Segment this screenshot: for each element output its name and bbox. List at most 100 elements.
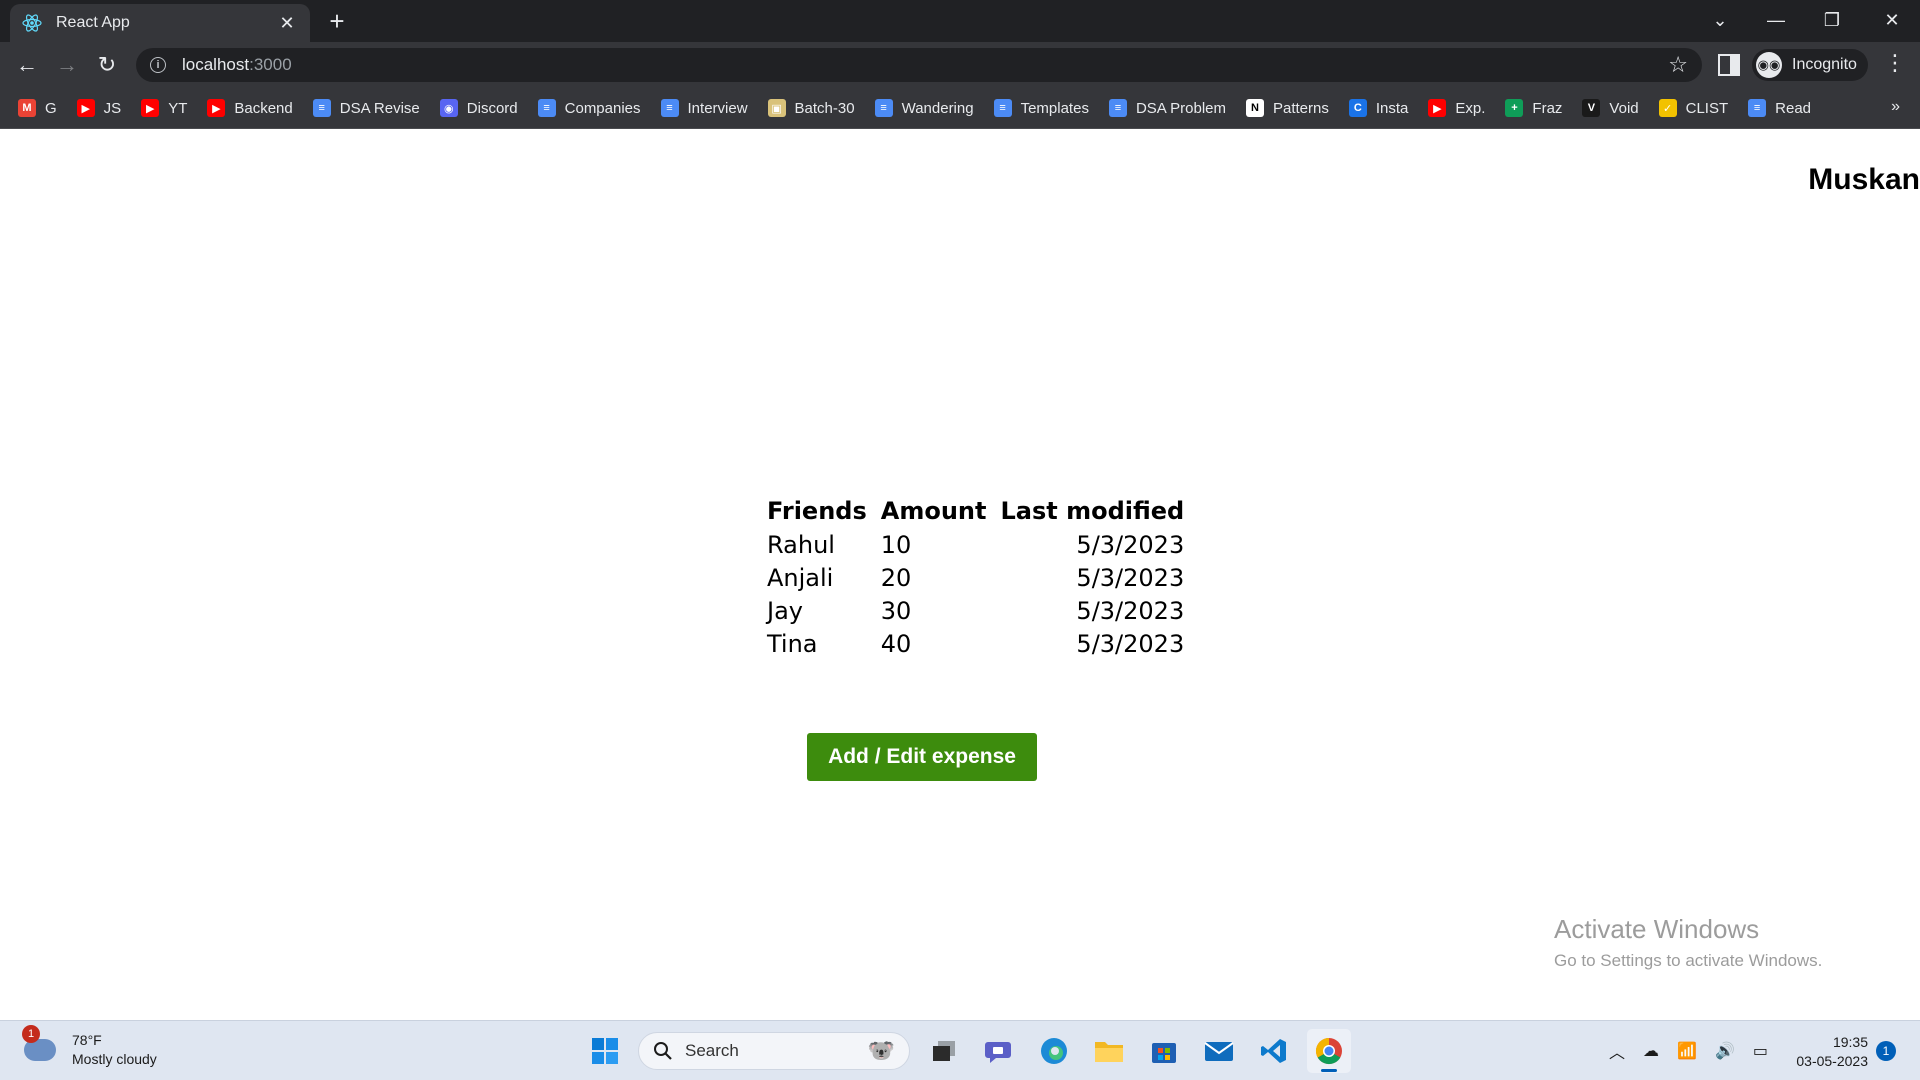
youtube-icon: ▶ — [1428, 99, 1447, 117]
column-header-friends: Friends — [767, 497, 867, 525]
page-content: Muskan Friends Amount Last modified Rahu… — [0, 129, 1920, 1020]
restore-button[interactable]: ❐ — [1804, 0, 1860, 40]
tab-react-app[interactable]: React App ✕ — [10, 4, 310, 42]
folder-icon — [1095, 1042, 1123, 1062]
minimize-button[interactable]: — — [1748, 0, 1804, 40]
tab-title: React App — [56, 14, 130, 31]
forward-arrow-icon[interactable]: → — [52, 50, 82, 80]
bookmark-js[interactable]: ▶ JS — [76, 99, 121, 117]
bookmark-void[interactable]: V Void — [1582, 99, 1639, 117]
friend-name: Rahul — [767, 530, 835, 559]
bookmarks-bar: M G ▶ JS ▶ YT ▶ Backend ≡ DSA Revise ◉ Discord ≡ Comp… — [0, 88, 1920, 129]
bookmark-wandering[interactable]: ≡ Wandering — [874, 99, 974, 117]
task-view-icon — [933, 1041, 955, 1061]
bookmark-dsa-revise[interactable]: ≡ DSA Revise — [312, 99, 420, 117]
amount-cell: 10 — [880, 530, 912, 559]
friend-name: Anjali — [767, 563, 834, 592]
activate-windows-watermark: Activate Windows Go to Settings to activ… — [1554, 914, 1823, 970]
image-icon: ▣ — [767, 99, 786, 117]
bookmark-yt[interactable]: ▶ YT — [141, 99, 187, 117]
weather-widget[interactable]: 1 78°F Mostly cloudy — [22, 1025, 157, 1069]
docs-icon: ≡ — [1748, 99, 1767, 117]
discord-icon: ◉ — [439, 99, 458, 117]
browser-toolbar: ← → ↻ i localhost:3000 ☆ ◉◉ Incognito ⋮ — [0, 42, 1920, 88]
chat-icon — [985, 1042, 1011, 1063]
amount-cell: 40 — [880, 629, 912, 658]
side-panel-icon[interactable] — [1718, 54, 1740, 76]
bookmark-star-icon[interactable]: ☆ — [1668, 52, 1688, 78]
table-header-row: Friends Amount Last modified — [763, 494, 1194, 528]
bookmark-dsa-problem[interactable]: ≡ DSA Problem — [1108, 99, 1226, 117]
weather-badge: 1 — [22, 1025, 40, 1043]
column-header-last-modified: Last modified — [1000, 497, 1185, 525]
address-bar[interactable]: i localhost:3000 ☆ — [136, 48, 1702, 82]
volume-icon[interactable]: 🔊 — [1715, 1041, 1735, 1061]
vscode-icon — [1261, 1039, 1286, 1063]
bookmark-backend[interactable]: ▶ Backend — [207, 99, 293, 117]
bookmark-templates[interactable]: ≡ Templates — [993, 99, 1089, 117]
bookmark-read[interactable]: ≡ Read — [1748, 99, 1811, 117]
gmail-icon: M — [18, 99, 36, 117]
file-explorer-button[interactable] — [1087, 1029, 1131, 1073]
bookmark-clist[interactable]: ✓ CLIST — [1658, 99, 1728, 117]
bookmark-insta[interactable]: C Insta — [1348, 99, 1408, 117]
wifi-icon[interactable]: 📶 — [1677, 1041, 1697, 1061]
edge-button[interactable] — [1032, 1029, 1076, 1073]
docs-icon: ≡ — [312, 99, 331, 117]
bookmark-batch-30[interactable]: ▣ Batch-30 — [767, 99, 855, 117]
bookmark-patterns[interactable]: N Patterns — [1246, 99, 1329, 117]
chrome-button[interactable] — [1307, 1029, 1351, 1073]
notification-badge[interactable]: 1 — [1876, 1041, 1896, 1061]
start-button[interactable] — [583, 1029, 627, 1073]
tab-close-icon[interactable]: ✕ — [276, 13, 298, 34]
mail-button[interactable] — [1197, 1029, 1241, 1073]
vscode-button[interactable] — [1252, 1029, 1296, 1073]
onedrive-error-icon[interactable]: ☁ — [1643, 1041, 1659, 1061]
battery-icon[interactable]: ▭ — [1753, 1041, 1768, 1061]
friend-name: Tina — [767, 629, 818, 658]
url-text: localhost:3000 — [182, 55, 292, 74]
bookmark-exp[interactable]: ▶ Exp. — [1428, 99, 1485, 117]
edge-icon — [1041, 1038, 1067, 1064]
taskbar-search[interactable]: Search 🐨 — [638, 1032, 910, 1070]
bookmark-interview[interactable]: ≡ Interview — [660, 99, 748, 117]
task-view-button[interactable] — [922, 1029, 966, 1073]
back-arrow-icon[interactable]: ← — [12, 50, 42, 80]
close-window-button[interactable]: ✕ — [1864, 0, 1920, 40]
chrome-icon — [1315, 1037, 1342, 1065]
bookmark-fraz[interactable]: + Fraz — [1505, 99, 1562, 117]
show-hidden-icons-chevron-icon[interactable]: ︿ — [1609, 1039, 1625, 1063]
windows-taskbar: 1 78°F Mostly cloudy Search 🐨 ︿ ☁ 📶 🔊 ▭ … — [0, 1020, 1920, 1080]
new-tab-button[interactable]: + — [325, 8, 349, 34]
table-row: Anjali 20 5/3/2023 — [763, 561, 1194, 594]
clock-time: 19:35 — [1832, 1034, 1868, 1050]
date-cell: 5/3/2023 — [1076, 563, 1185, 592]
weather-description: Mostly cloudy — [72, 1051, 157, 1067]
teams-chat-button[interactable] — [977, 1029, 1021, 1073]
browser-menu-icon[interactable]: ⋮ — [1884, 50, 1906, 76]
store-button[interactable] — [1142, 1029, 1186, 1073]
reload-icon[interactable]: ↻ — [92, 50, 122, 80]
taskbar-clock[interactable]: 19:35 03-05-2023 — [1796, 1033, 1868, 1071]
bookmarks-overflow-button[interactable]: » — [1891, 98, 1900, 116]
add-edit-expense-button[interactable]: Add / Edit expense — [807, 733, 1037, 781]
clock-date: 03-05-2023 — [1796, 1053, 1868, 1069]
system-tray: ︿ ☁ 📶 🔊 ▭ — [1600, 1021, 1777, 1080]
bookmark-companies[interactable]: ≡ Companies — [537, 99, 641, 117]
sheets-icon: + — [1505, 99, 1524, 117]
incognito-badge[interactable]: ◉◉ Incognito — [1752, 49, 1868, 81]
site-info-icon[interactable]: i — [150, 57, 166, 73]
mail-icon — [1204, 1042, 1234, 1061]
amount-cell: 20 — [880, 563, 912, 592]
bookmark-g[interactable]: MG — [18, 99, 57, 117]
windows-logo-icon — [592, 1038, 618, 1064]
store-icon — [1152, 1043, 1176, 1063]
docs-icon: ≡ — [993, 99, 1012, 117]
tab-search-chevron-icon[interactable]: ⌄ — [1692, 0, 1748, 40]
react-icon — [22, 13, 42, 33]
circle-c-icon: C — [1348, 99, 1367, 117]
username-header: Muskan — [1808, 163, 1920, 196]
expense-table: Friends Amount Last modified Rahul 10 5/… — [763, 494, 1194, 660]
cloud-icon: 1 — [22, 1025, 56, 1061]
bookmark-discord[interactable]: ◉ Discord — [439, 99, 518, 117]
